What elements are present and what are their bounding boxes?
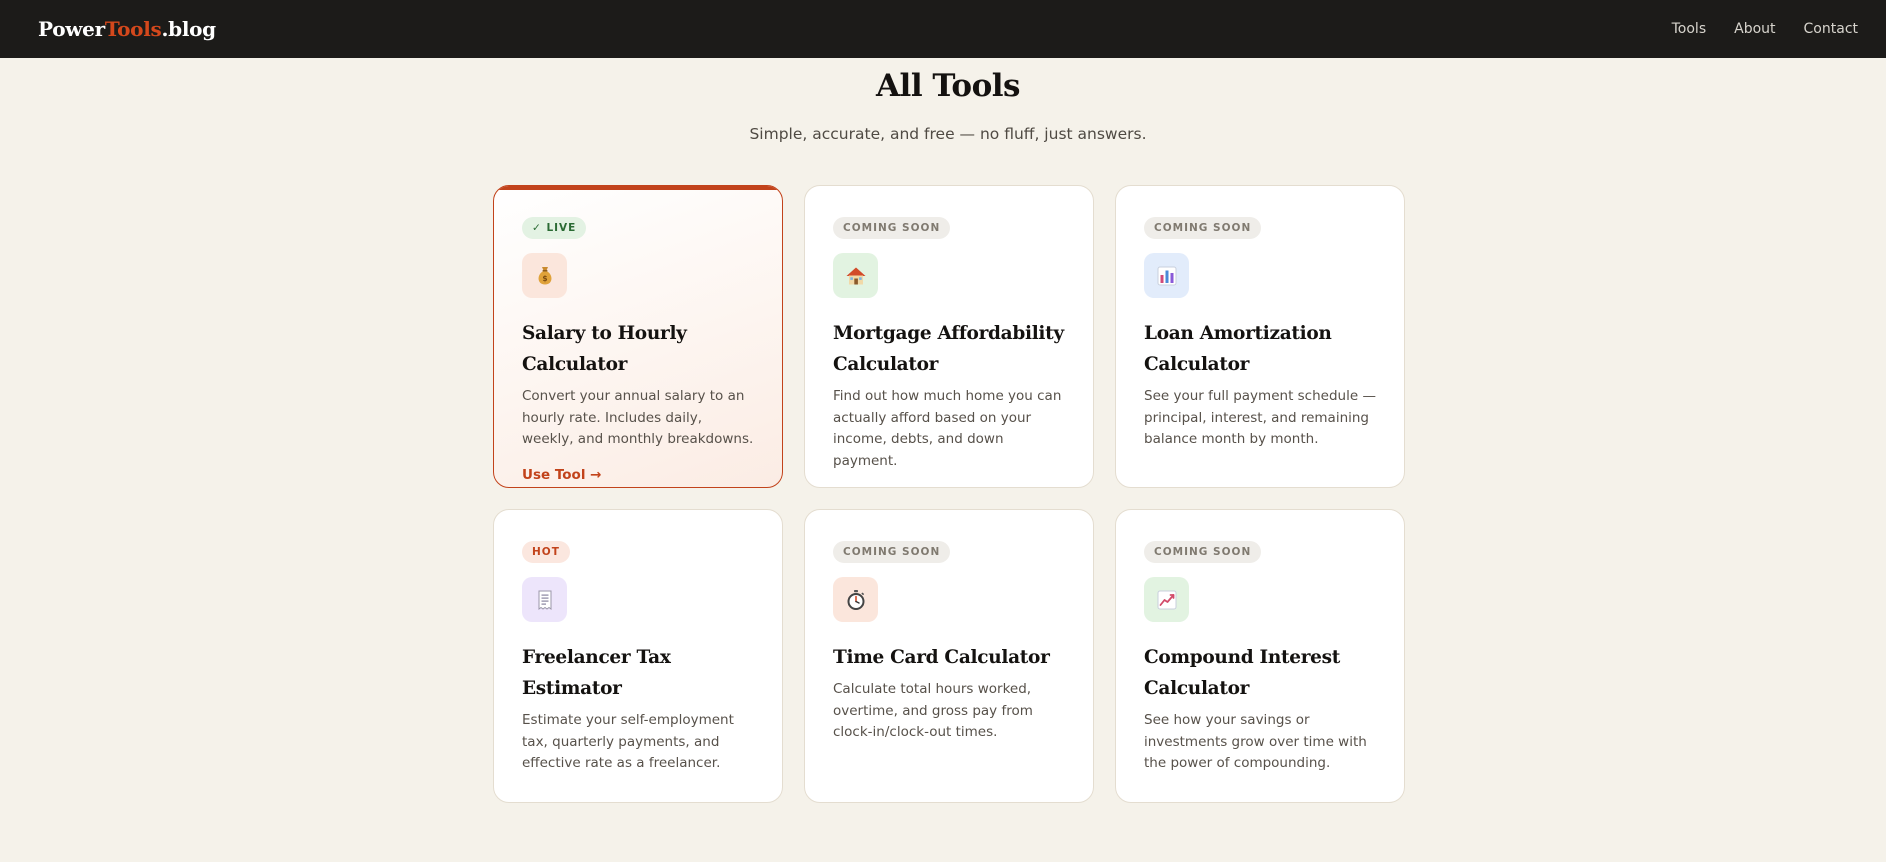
tool-card-salary-to-hourly[interactable]: ✓ LIVE $ Salary to Hourly Calculator Con… <box>493 185 783 488</box>
svg-text:$: $ <box>542 274 547 283</box>
tool-card-loan-amortization[interactable]: COMING SOON Loan Amortization Calculator… <box>1115 185 1405 488</box>
status-badge-coming-soon: COMING SOON <box>833 217 951 239</box>
status-badge-hot: HOT <box>522 541 570 563</box>
tool-card-freelancer-tax[interactable]: HOT Freelancer Tax Estimator Estimate yo… <box>493 509 783 803</box>
card-title: Freelancer Tax Estimator <box>522 647 671 699</box>
page-subtitle: Simple, accurate, and free — no fluff, j… <box>749 125 1147 143</box>
tool-card-compound-interest[interactable]: COMING SOON Compound Interest Calculator… <box>1115 509 1405 803</box>
trending-up-chart-icon <box>1144 577 1189 622</box>
bar-chart-icon <box>1144 253 1189 298</box>
card-title: Compound Interest Calculator <box>1144 647 1340 699</box>
logo-text-tools: Tools <box>104 17 162 41</box>
top-navbar: PowerTools.blog Tools About Contact <box>0 0 1886 58</box>
status-badge-coming-soon: COMING SOON <box>1144 541 1262 563</box>
status-badge-live: ✓ LIVE <box>522 217 587 239</box>
tool-card-time-card[interactable]: COMING SOON Time Card Calculator Calcula… <box>804 509 1094 803</box>
card-title: Loan Amortization Calculator <box>1144 323 1332 375</box>
receipt-icon <box>522 577 567 622</box>
use-tool-link[interactable]: Use Tool → <box>522 467 601 483</box>
site-logo[interactable]: PowerTools.blog <box>38 17 216 41</box>
house-icon <box>833 253 878 298</box>
tool-card-mortgage-affordability[interactable]: COMING SOON Mortgage Affordability Calcu… <box>804 185 1094 488</box>
stopwatch-icon <box>833 577 878 622</box>
card-title: Salary to Hourly Calculator <box>522 323 687 375</box>
card-description: See your full payment schedule — princip… <box>1144 388 1376 447</box>
nav-link-tools[interactable]: Tools <box>1672 21 1707 37</box>
logo-text-power: Power <box>38 17 105 41</box>
nav-link-contact[interactable]: Contact <box>1804 21 1858 37</box>
status-badge-coming-soon: COMING SOON <box>1144 217 1262 239</box>
card-title: Time Card Calculator <box>833 647 1050 668</box>
tools-grid: ✓ LIVE $ Salary to Hourly Calculator Con… <box>493 185 1405 803</box>
nav-links: Tools About Contact <box>1672 21 1858 37</box>
card-description: Calculate total hours worked, overtime, … <box>833 681 1033 740</box>
page-title: All Tools <box>876 68 1021 104</box>
card-title: Mortgage Affordability Calculator <box>833 323 1064 375</box>
status-badge-coming-soon: COMING SOON <box>833 541 951 563</box>
card-description: Estimate your self-employment tax, quart… <box>522 712 734 771</box>
money-bag-icon: $ <box>522 253 567 298</box>
card-description: Find out how much home you can actually … <box>833 388 1062 469</box>
card-description: Convert your annual salary to an hourly … <box>522 388 754 447</box>
card-description: See how your savings or investments grow… <box>1144 712 1367 771</box>
logo-text-blog: .blog <box>161 17 216 41</box>
nav-link-about[interactable]: About <box>1734 21 1775 37</box>
